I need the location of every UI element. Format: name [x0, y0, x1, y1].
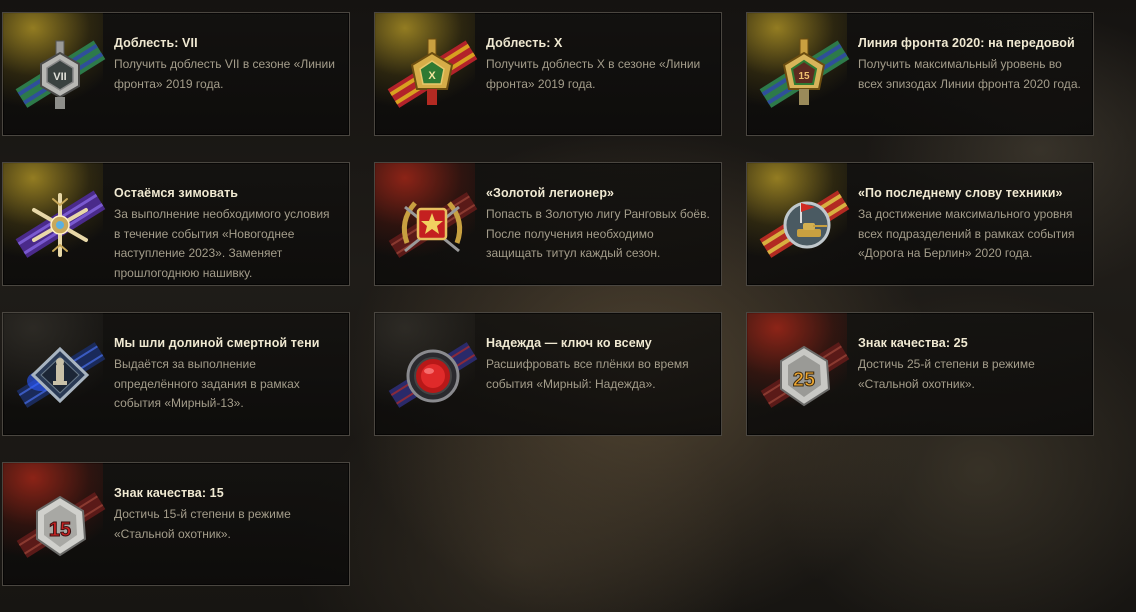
golden-legionnaire-star-icon — [385, 181, 485, 269]
achievement-title: «По последнему слову техники» — [858, 186, 1063, 200]
hope-red-orb-badge-icon — [385, 331, 485, 419]
achievement-card[interactable]: X Доблесть: X Получить доблесть X в сезо… — [374, 12, 722, 136]
achievement-card[interactable]: 25 Знак качества: 25 Достичь 25-й степен… — [746, 312, 1094, 436]
achievement-title: Знак качества: 25 — [858, 336, 968, 350]
achievement-card[interactable]: «Золотой легионер» Попасть в Золотую лиг… — [374, 162, 722, 286]
svg-text:VII: VII — [53, 71, 66, 83]
svg-text:X: X — [428, 70, 436, 82]
frontline-2020-medal-icon: 15 — [757, 31, 857, 119]
achievement-card[interactable]: VII Доблесть: VII Получить доблесть VII … — [2, 12, 350, 136]
achievement-description: Попасть в Золотую лигу Ранговых боёв. По… — [486, 207, 710, 260]
achievement-card[interactable]: Мы шли долиной смертной тени Выдаётся за… — [2, 312, 350, 436]
achievement-card[interactable]: Надежда — ключ ко всему Расшифровать все… — [374, 312, 722, 436]
achievement-title: Мы шли долиной смертной тени — [114, 336, 320, 350]
achievement-description: Расшифровать все плёнки во время события… — [486, 357, 689, 391]
achievement-title: Остаёмся зимовать — [114, 186, 239, 200]
achievement-title: «Золотой легионер» — [486, 186, 615, 200]
quality-mark-15-icon: 15 — [13, 481, 113, 569]
valor-vii-medal-icon: VII — [13, 31, 113, 119]
achievement-description: Получить доблесть X в сезоне «Линии фрон… — [486, 57, 701, 91]
svg-text:15: 15 — [49, 519, 71, 541]
achievement-description: Выдаётся за выполнение определённого зад… — [114, 357, 300, 410]
quality-mark-25-icon: 25 — [757, 331, 857, 419]
achievement-title: Линия фронта 2020: на передовой — [858, 36, 1075, 50]
svg-text:25: 25 — [793, 369, 815, 391]
achievements-grid: VII Доблесть: VII Получить доблесть VII … — [0, 0, 1136, 612]
achievement-title: Знак качества: 15 — [114, 486, 224, 500]
achievement-card[interactable]: 15 Знак качества: 15 Достичь 15-й степен… — [2, 462, 350, 586]
achievement-title: Доблесть: X — [486, 36, 563, 50]
achievement-description: Получить доблесть VII в сезоне «Линии фр… — [114, 57, 335, 91]
achievement-title: Надежда — ключ ко всему — [486, 336, 652, 350]
achievement-card[interactable]: 15 Линия фронта 2020: на передовой Получ… — [746, 12, 1094, 136]
svg-text:15: 15 — [798, 71, 810, 82]
snowflake-badge-icon — [13, 181, 113, 269]
achievement-title: Доблесть: VII — [114, 36, 198, 50]
mirny-diamond-badge-icon — [13, 331, 113, 419]
achievement-card[interactable]: «По последнему слову техники» За достиже… — [746, 162, 1094, 286]
tank-flag-badge-icon — [757, 181, 857, 269]
valor-x-medal-icon: X — [385, 31, 485, 119]
achievement-description: Достичь 15-й степени в режиме «Стальной … — [114, 507, 291, 541]
achievement-description: За достижение максимального уровня всех … — [858, 207, 1075, 260]
achievement-description: За выполнение необходимого условия в теч… — [114, 207, 330, 280]
achievement-description: Получить максимальный уровень во всех эп… — [858, 57, 1081, 91]
achievement-card[interactable]: Остаёмся зимовать За выполнение необходи… — [2, 162, 350, 286]
achievement-description: Достичь 25-й степени в режиме «Стальной … — [858, 357, 1035, 391]
